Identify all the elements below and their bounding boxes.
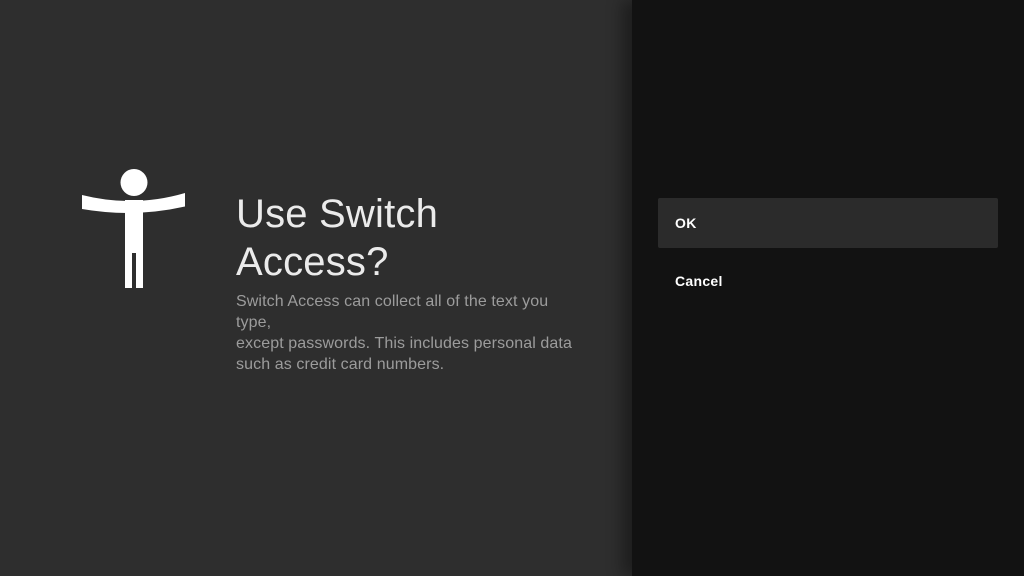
dialog-title-line: Use Switch (236, 192, 439, 236)
dialog-description-line: except passwords. This includes personal… (236, 335, 572, 352)
dialog-title: Use Switch Access? (236, 190, 576, 286)
dialog-text-block: Use Switch Access? Switch Access can col… (236, 190, 576, 375)
dialog-description-line: Switch Access can collect all of the tex… (236, 293, 549, 331)
dialog-description: Switch Access can collect all of the tex… (236, 291, 576, 375)
ok-button[interactable]: OK (658, 198, 998, 248)
ok-button-label: OK (675, 215, 697, 231)
switch-access-dialog: Use Switch Access? Switch Access can col… (0, 0, 1024, 576)
dialog-description-line: such as credit card numbers. (236, 356, 445, 373)
cancel-button[interactable]: Cancel (658, 263, 998, 299)
dialog-action-pane: OK Cancel (632, 0, 1024, 576)
cancel-button-label: Cancel (675, 273, 723, 289)
dialog-content-pane: Use Switch Access? Switch Access can col… (0, 0, 632, 576)
dialog-title-line: Access? (236, 240, 389, 284)
accessibility-person-icon (82, 169, 185, 288)
